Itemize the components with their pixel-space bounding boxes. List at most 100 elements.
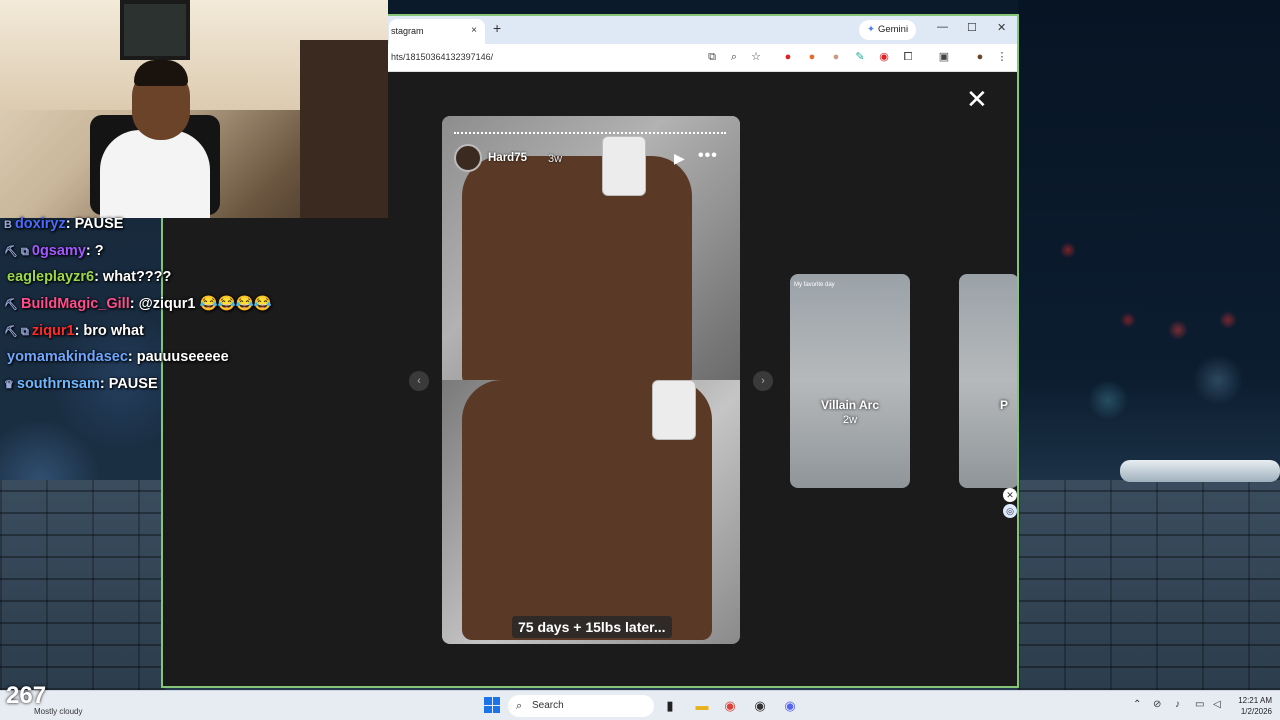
chat-username: ziqur1 <box>31 322 75 339</box>
webcam-person-hair <box>134 60 188 86</box>
bookmark-star-icon[interactable]: ☆ <box>749 50 763 64</box>
network-icon[interactable]: ⊘ <box>1153 699 1161 710</box>
chat-message: eagleplayzr6: what???? <box>4 264 334 291</box>
play-icon[interactable]: ▶ <box>674 150 685 167</box>
new-tab-button[interactable]: + <box>493 20 501 36</box>
chat-username: yomamakindasec <box>7 349 128 366</box>
chat-text: : ? <box>85 242 104 259</box>
chat-badge: B <box>4 219 12 231</box>
volume-icon[interactable]: ◁ <box>1213 699 1221 710</box>
url-field[interactable]: hts/18150364132397146/ <box>391 52 493 62</box>
avatar-extension-icon[interactable]: ● <box>829 50 843 64</box>
record-extension-icon[interactable]: ◉ <box>877 50 891 64</box>
chat-text: : PAUSE <box>65 216 124 232</box>
chat-message: yomamakindasec: pauuuseeeee <box>4 344 334 371</box>
chat-text: : bro what <box>74 322 144 339</box>
discord-icon[interactable]: ◉ <box>780 696 800 716</box>
story-avatar[interactable] <box>454 144 482 172</box>
thumbnail-tag: My favorite day <box>794 282 835 288</box>
maximize-button[interactable]: ☐ <box>967 21 977 34</box>
brick-wall-left <box>0 480 165 690</box>
start-menu-icon[interactable] <box>484 697 500 713</box>
image-phone <box>602 136 646 196</box>
extensions-puzzle-icon[interactable]: ⧠ <box>901 50 915 64</box>
zoom-icon[interactable]: ⌕ <box>727 50 741 64</box>
taskbar-clock[interactable]: 12:21 AM 1/2/2026 <box>1230 695 1272 717</box>
clock-date: 1/2/2026 <box>1240 707 1272 716</box>
chat-username: southrnsam <box>16 376 100 393</box>
sparkle-icon: ✦ <box>867 24 875 35</box>
side-close-icon[interactable]: ✕ <box>1003 488 1017 502</box>
chat-username: 0gsamy <box>31 242 86 259</box>
chat-message: ♛ southrnsam: PAUSE <box>4 371 334 398</box>
story-username[interactable]: Hard75 <box>488 152 527 164</box>
menu-kebab-icon[interactable]: ⋮ <box>995 50 1009 64</box>
story-close-icon[interactable]: ✕ <box>966 86 988 112</box>
display-icon[interactable]: ▭ <box>1195 699 1204 710</box>
side-panel-icon[interactable]: ◎ <box>1003 504 1017 518</box>
chat-message: ⛏ BuildMagic_Gill: @ziqur1 😂😂😂😂 <box>4 291 334 318</box>
install-app-icon[interactable]: ⧉ <box>705 50 719 64</box>
pipe-decoration <box>1120 460 1280 482</box>
chat-text: : @ziqur1 😂😂😂😂 <box>129 296 272 313</box>
webcam-cabinet <box>300 40 388 218</box>
close-window-button[interactable]: ✕ <box>997 21 1006 34</box>
chat-text: : PAUSE <box>99 376 158 393</box>
image-phone <box>652 380 696 440</box>
clock-time: 12:21 AM <box>1238 696 1272 705</box>
chat-username: BuildMagic_Gill <box>20 296 130 313</box>
prev-story-button[interactable]: ‹ <box>409 371 429 391</box>
side-panel-icon[interactable]: ▣ <box>937 50 951 64</box>
chat-badge: ⛏ ⧉ <box>4 325 29 338</box>
story-viewer[interactable]: Hard75 3w ▶ ••• 75 days + 15lbs later... <box>442 116 740 644</box>
story-thumbnail[interactable]: My favorite day Villain Arc 2w <box>790 274 910 488</box>
chat-badge: ⛏ <box>4 299 18 312</box>
chat-message: Bdoxiryz: PAUSE <box>4 211 334 238</box>
chat-message: ⛏ ⧉ ziqur1: bro what <box>4 318 334 345</box>
more-options-icon[interactable]: ••• <box>698 147 718 165</box>
viewer-count: 267 <box>6 682 47 709</box>
story-timestamp: 3w <box>548 153 563 165</box>
browser-tab[interactable]: stagram × <box>389 19 485 44</box>
story-image-top <box>442 116 740 386</box>
story-progress-bar <box>454 132 726 134</box>
minimize-button[interactable]: — <box>937 21 948 33</box>
extension-icon[interactable]: ● <box>805 50 819 64</box>
gemini-button[interactable]: ✦ Gemini <box>859 20 917 40</box>
chrome-icon[interactable]: ◉ <box>720 696 740 716</box>
microphone-icon[interactable]: ♪ <box>1175 699 1180 710</box>
search-label: Search <box>532 700 564 711</box>
chat-overlay: Bdoxiryz: PAUSE ⛏ ⧉ 0gsamy: ? eagleplayzr… <box>4 211 334 398</box>
story-thumbnail[interactable]: P <box>959 274 1017 488</box>
windows-taskbar: Mostly cloudy ⌕ Search ▮ ▬ ◉ ◉ ◉ ⌃ ⊘ ♪ ▭ … <box>0 690 1280 720</box>
task-view-icon[interactable]: ▮ <box>660 696 680 716</box>
tab-close-icon[interactable]: × <box>471 25 477 36</box>
chat-username: doxiryz <box>14 216 66 232</box>
webcam-overlay <box>0 0 388 218</box>
chat-message: ⛏ ⧉ 0gsamy: ? <box>4 238 334 265</box>
tab-title: stagram <box>391 26 424 36</box>
thumbnail-name: P <box>999 398 1008 412</box>
file-explorer-icon[interactable]: ▬ <box>692 696 712 716</box>
thumbnail-name: Villain Arc <box>820 398 880 412</box>
obs-icon[interactable]: ◉ <box>750 696 770 716</box>
show-hidden-icons[interactable]: ⌃ <box>1133 699 1141 710</box>
chat-text: : pauuuseeeee <box>127 349 229 366</box>
translate-extension-icon[interactable]: ✎ <box>853 50 867 64</box>
chat-badge: ♛ <box>4 379 14 392</box>
brick-wall-right <box>1018 480 1280 690</box>
search-icon: ⌕ <box>516 700 523 712</box>
webcam-person-shirt <box>100 130 210 218</box>
story-caption: 75 days + 15lbs later... <box>512 616 672 638</box>
webcam-window <box>120 0 190 60</box>
chat-badge: ⛏ ⧉ <box>4 245 29 258</box>
chat-username: eagleplayzr6 <box>7 269 95 286</box>
profile-avatar-icon[interactable]: ● <box>973 50 987 64</box>
opera-extension-icon[interactable]: ● <box>781 50 795 64</box>
thumbnail-time: 2w <box>842 414 858 426</box>
next-story-button[interactable]: › <box>753 371 773 391</box>
story-image-bottom <box>442 380 740 644</box>
gemini-label: Gemini <box>877 24 909 35</box>
image-figure <box>462 156 692 386</box>
taskbar-search[interactable]: ⌕ Search <box>508 695 654 717</box>
